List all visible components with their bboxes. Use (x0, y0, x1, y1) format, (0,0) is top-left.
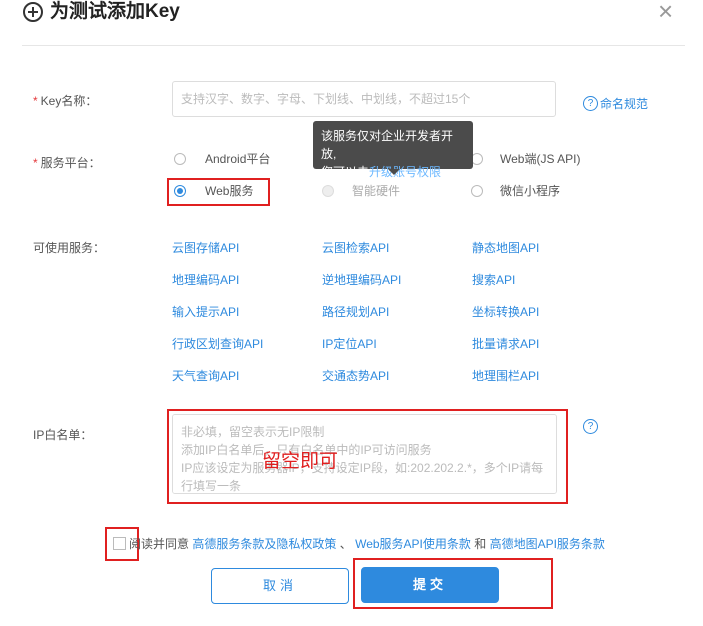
annotation-text: 留空即可 (262, 451, 339, 472)
required-star: * (33, 94, 38, 108)
agreement-separator: 和 (474, 537, 487, 551)
service-link[interactable]: IP定位API (322, 337, 377, 351)
key-name-label-text: Key名称： (40, 94, 98, 108)
service-link[interactable]: 静态地图API (472, 241, 539, 255)
map-api-terms-link[interactable]: 高德地图API服务条款 (490, 537, 605, 551)
key-name-input[interactable] (172, 81, 556, 117)
service-link[interactable]: 逆地理编码API (322, 273, 401, 287)
dialog-title: 为测试添加Key (50, 1, 180, 22)
naming-rules-link[interactable]: 命名规范 (600, 95, 648, 112)
platform-label: * 服务平台： (33, 155, 101, 171)
radio-smart-hardware-label: 智能硬件 (352, 184, 401, 198)
ip-whitelist-label: IP白名单： (33, 428, 93, 442)
radio-smart-hardware (322, 185, 334, 197)
add-circle-icon (23, 2, 43, 22)
service-link[interactable]: 云图检索API (322, 241, 389, 255)
help-icon[interactable]: ? (583, 419, 598, 434)
radio-web-service[interactable] (174, 185, 186, 197)
radio-wechat-miniprogram-label: 微信小程序 (500, 184, 561, 198)
agree-checkbox[interactable] (113, 537, 126, 550)
upgrade-tooltip: 该服务仅对企业开发者开放, 您可以去升级账号权限 (313, 121, 473, 179)
required-star: * (33, 156, 38, 170)
ip-whitelist-textarea[interactable] (172, 414, 557, 494)
background-page-edge (0, 0, 6, 626)
service-link[interactable]: 天气查询API (172, 369, 239, 383)
cancel-button[interactable]: 取消 (211, 568, 349, 604)
tooltip-line1: 该服务仅对企业开发者开放, (321, 129, 454, 161)
radio-web-service-label: Web服务 (205, 184, 254, 198)
radio-android[interactable] (174, 153, 186, 165)
service-link[interactable]: 交通态势API (322, 369, 389, 383)
service-link[interactable]: 行政区划查询API (172, 337, 263, 351)
service-link[interactable]: 输入提示API (172, 305, 239, 319)
radio-web-js-label: Web端(JS API) (500, 152, 581, 166)
services-label: 可使用服务： (33, 241, 106, 255)
service-link[interactable]: 地理围栏API (472, 369, 539, 383)
radio-wechat-miniprogram[interactable] (471, 185, 483, 197)
tooltip-arrow (388, 169, 400, 175)
close-icon[interactable]: × (658, 0, 673, 24)
header-divider (22, 45, 685, 46)
key-name-label: * Key名称： (33, 93, 97, 109)
web-service-terms-link[interactable]: Web服务API使用条款 (355, 537, 471, 551)
upgrade-account-link[interactable]: 升级账号权限 (369, 165, 441, 179)
service-link[interactable]: 搜索API (472, 273, 515, 287)
agreement-text: 阅读并同意 高德服务条款及隐私权政策 、 Web服务API使用条款 和 高德地图… (129, 536, 605, 552)
service-link[interactable]: 批量请求API (472, 337, 539, 351)
radio-android-label: Android平台 (205, 152, 271, 166)
platform-label-text: 服务平台： (40, 156, 101, 170)
agreement-prefix: 阅读并同意 (129, 537, 190, 551)
agreement-separator: 、 (339, 537, 352, 551)
tooltip-line2-prefix: 您可以去 (321, 165, 370, 179)
service-link[interactable]: 地理编码API (172, 273, 239, 287)
service-link[interactable]: 路径规划API (322, 305, 389, 319)
submit-button[interactable]: 提交 (361, 567, 499, 603)
service-link[interactable]: 坐标转换API (472, 305, 539, 319)
terms-privacy-link[interactable]: 高德服务条款及隐私权政策 (192, 537, 336, 551)
service-link[interactable]: 云图存储API (172, 241, 239, 255)
help-icon[interactable]: ? (583, 96, 598, 111)
